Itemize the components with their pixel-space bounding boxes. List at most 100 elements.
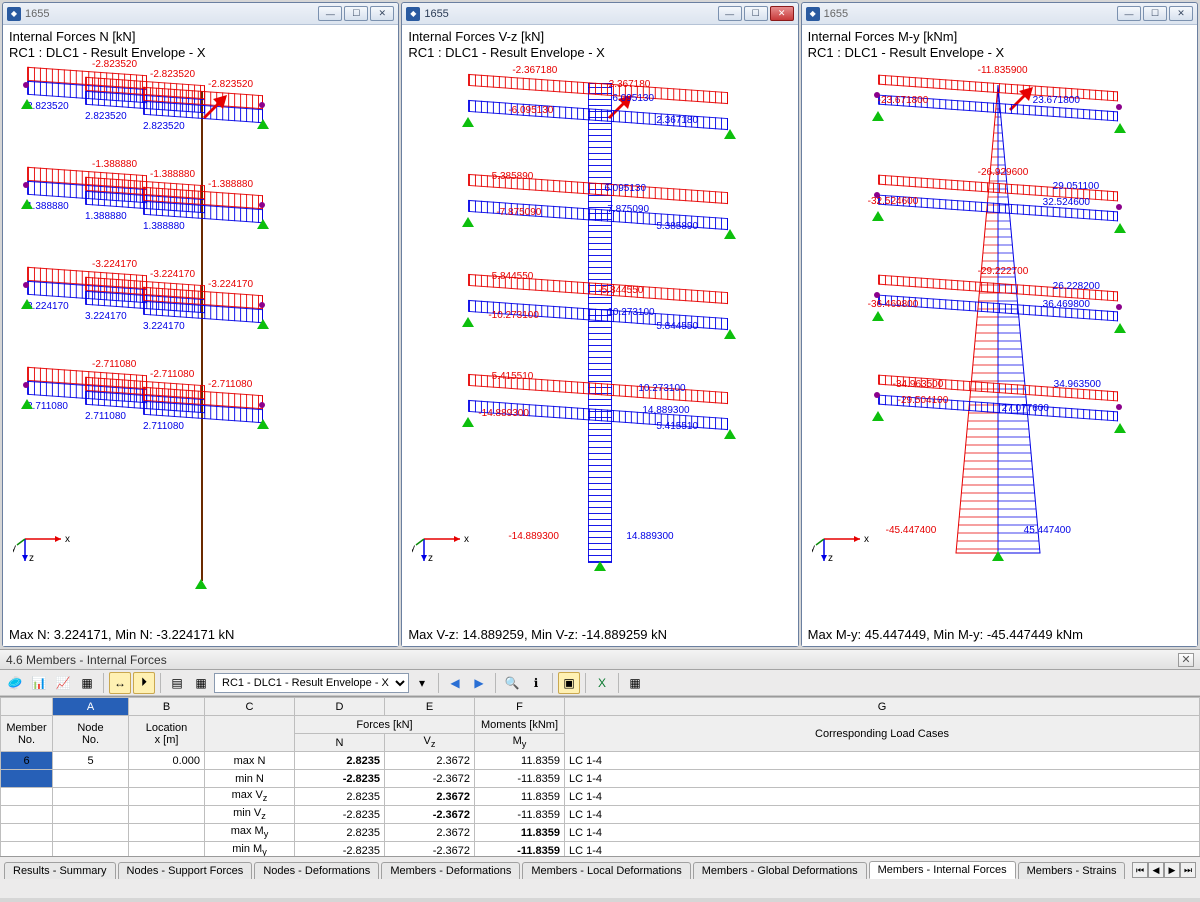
minimize-button[interactable]: — <box>718 6 742 21</box>
tab-scroll-controls: ⏮ ◀ ▶ ⏭ <box>1132 862 1196 878</box>
column-letter[interactable]: E <box>385 698 475 716</box>
diagram-canvas-my[interactable]: x z y -11.835900-23.67180023.671800-26.9… <box>808 63 1191 622</box>
row-header[interactable] <box>1 806 53 824</box>
column-letter[interactable]: G <box>565 698 1200 716</box>
vz-value-label: -6.095130 <box>508 105 553 116</box>
panel-titlebar[interactable]: 4.6 Members - Internal Forces ✕ <box>0 650 1200 670</box>
hinge-icon <box>259 402 265 408</box>
tb-dropdown-icon[interactable]: ▾ <box>411 672 433 694</box>
cell-vz: -2.3672 <box>385 842 475 857</box>
cell-loadcase: LC 1-4 <box>565 788 1200 806</box>
n-value-label: 2.711080 <box>27 401 68 412</box>
table-row[interactable]: min Vz-2.8235-2.3672-11.8359LC 1-4 <box>1 806 1200 824</box>
header-forces: Forces [kN] <box>295 716 475 734</box>
tb-next-icon[interactable]: ▶ <box>468 672 490 694</box>
support-icon <box>992 551 1004 561</box>
tab-scroll-next[interactable]: ▶ <box>1164 862 1180 878</box>
tab-results-summary[interactable]: Results - Summary <box>4 862 116 879</box>
tab-members-local-deformations[interactable]: Members - Local Deformations <box>522 862 690 879</box>
table-row[interactable]: min My-2.8235-2.3672-11.8359LC 1-4 <box>1 842 1200 857</box>
tb-info-icon[interactable]: ℹ <box>525 672 547 694</box>
diagram-canvas-vz[interactable]: x z y -2.367180-2.367180-6.0951306.09513… <box>408 63 791 622</box>
cell-type: min My <box>205 842 295 857</box>
cell-loadcase: LC 1-4 <box>565 770 1200 788</box>
my-value-label: -29.504100 <box>898 395 949 406</box>
load-case-select[interactable]: RC1 - DLC1 - Result Envelope - X <box>214 673 409 693</box>
my-value-label: -32.524600 <box>868 196 919 207</box>
mdi-titlebar[interactable]: ◆ 1655 — ☐ ✕ <box>802 3 1197 25</box>
table-row[interactable]: 650.000max N2.82352.367211.8359LC 1-4 <box>1 752 1200 770</box>
cell-location <box>129 842 205 857</box>
column-letter[interactable]: A <box>53 698 129 716</box>
my-column-diagram <box>808 63 1191 583</box>
cell-location: 0.000 <box>129 752 205 770</box>
panel-close-button[interactable]: ✕ <box>1178 653 1194 667</box>
column-letter[interactable]: F <box>475 698 565 716</box>
tb-prev-icon[interactable]: ◀ <box>444 672 466 694</box>
tab-nodes-support-forces[interactable]: Nodes - Support Forces <box>118 862 253 879</box>
tb-case-icon[interactable]: 🥏 <box>4 672 26 694</box>
tb-marker-icon[interactable]: ▣ <box>558 672 580 694</box>
cell-n: 2.8235 <box>295 788 385 806</box>
tb-table-icon[interactable]: ▦ <box>76 672 98 694</box>
tab-members-deformations[interactable]: Members - Deformations <box>381 862 520 879</box>
column-letter[interactable]: C <box>205 698 295 716</box>
my-value-label: 26.228200 <box>1053 281 1100 292</box>
maximize-button[interactable]: ☐ <box>344 6 368 21</box>
tb-highlight-icon[interactable]: ↔ <box>109 672 131 694</box>
mdi-titlebar[interactable]: ◆ 1655 — ☐ ✕ <box>402 3 797 25</box>
maximize-button[interactable]: ☐ <box>744 6 768 21</box>
tab-nodes-deformations[interactable]: Nodes - Deformations <box>254 862 379 879</box>
minimize-button[interactable]: — <box>318 6 342 21</box>
row-header[interactable] <box>1 842 53 857</box>
cell-location <box>129 824 205 842</box>
support-icon <box>1114 323 1126 333</box>
support-icon <box>872 411 884 421</box>
close-button[interactable]: ✕ <box>770 6 794 21</box>
header-node-no: NodeNo. <box>53 716 129 752</box>
vz-value-label: -14.889300 <box>508 531 559 542</box>
tab-members-internal-forces[interactable]: Members - Internal Forces <box>869 861 1016 879</box>
vz-value-label: -2.367180 <box>512 65 557 76</box>
tab-scroll-last[interactable]: ⏭ <box>1180 862 1196 878</box>
tab-members-strains[interactable]: Members - Strains <box>1018 862 1126 879</box>
results-grid[interactable]: ABCDEFG MemberNo. NodeNo. Locationx [m] … <box>0 696 1200 856</box>
svg-text:z: z <box>428 553 433 563</box>
tab-scroll-prev[interactable]: ◀ <box>1148 862 1164 878</box>
row-header[interactable] <box>1 770 53 788</box>
tb-calculator-icon[interactable]: ▦ <box>624 672 646 694</box>
row-header[interactable] <box>1 824 53 842</box>
table-row[interactable]: max Vz2.82352.367211.8359LC 1-4 <box>1 788 1200 806</box>
mdi-titlebar[interactable]: ◆ 1655 — ☐ ✕ <box>3 3 398 25</box>
tb-find-icon[interactable]: 🔍 <box>501 672 523 694</box>
tb-excel-icon[interactable]: X <box>591 672 613 694</box>
cell-type: max My <box>205 824 295 842</box>
tb-envelope-icon[interactable]: 📊 <box>28 672 50 694</box>
tb-grid2-icon[interactable]: ▦ <box>190 672 212 694</box>
support-icon <box>872 211 884 221</box>
tb-filter-icon[interactable]: ⏵ <box>133 672 155 694</box>
tb-chart-icon[interactable]: 📈 <box>52 672 74 694</box>
support-icon <box>195 579 207 589</box>
n-value-label: 2.711080 <box>143 421 184 432</box>
support-icon <box>1114 123 1126 133</box>
cell-n: 2.8235 <box>295 824 385 842</box>
tb-grid-icon[interactable]: ▤ <box>166 672 188 694</box>
column-letter[interactable]: D <box>295 698 385 716</box>
table-row[interactable]: min N-2.8235-2.3672-11.8359LC 1-4 <box>1 770 1200 788</box>
row-header[interactable]: 6 <box>1 752 53 770</box>
tab-members-global-deformations[interactable]: Members - Global Deformations <box>693 862 867 879</box>
column-letter[interactable]: B <box>129 698 205 716</box>
maximize-button[interactable]: ☐ <box>1143 6 1167 21</box>
minimize-button[interactable]: — <box>1117 6 1141 21</box>
tab-scroll-first[interactable]: ⏮ <box>1132 862 1148 878</box>
close-button[interactable]: ✕ <box>1169 6 1193 21</box>
header-my: My <box>475 734 565 752</box>
row-header[interactable] <box>1 788 53 806</box>
n-value-label: -1.388880 <box>150 169 195 180</box>
table-row[interactable]: max My2.82352.367211.8359LC 1-4 <box>1 824 1200 842</box>
close-button[interactable]: ✕ <box>370 6 394 21</box>
diagram-canvas-n[interactable]: x z y -2.8235202.823520-2.8235202.823520… <box>9 63 392 622</box>
axis-gizmo: x z y <box>412 503 472 563</box>
n-value-label: -2.823520 <box>150 69 195 80</box>
